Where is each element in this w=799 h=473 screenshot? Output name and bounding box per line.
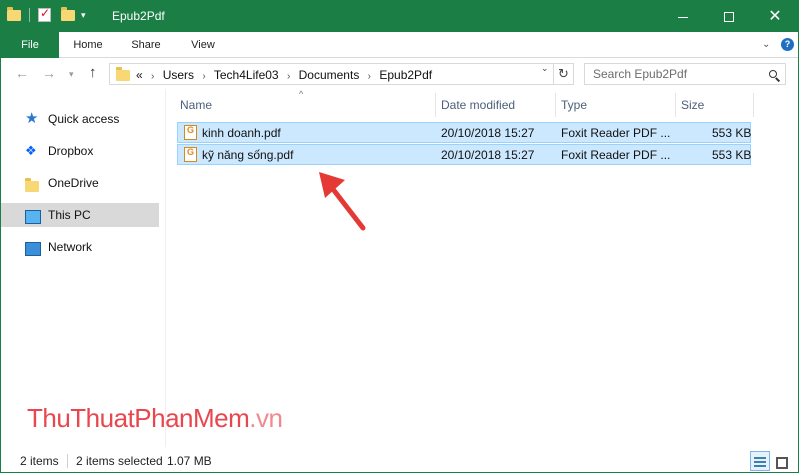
file-type: Foxit Reader PDF ... xyxy=(561,126,671,140)
folder-icon xyxy=(7,6,21,21)
search-input[interactable] xyxy=(585,64,755,84)
minimize-button[interactable] xyxy=(660,1,706,32)
breadcrumb-users[interactable]: Users xyxy=(163,68,194,82)
sidebar-item-label: Network xyxy=(48,240,93,254)
column-divider[interactable] xyxy=(675,93,676,117)
details-view-icon xyxy=(754,457,766,467)
address-dropdown-chevron-icon[interactable]: ⌄ xyxy=(541,63,555,74)
explorer-window: ▾ Epub2Pdf ✕ File Home Share View ⌄ ? ← … xyxy=(0,0,799,473)
maximize-icon xyxy=(724,12,734,23)
sidebar-item-label: OneDrive xyxy=(48,176,99,190)
breadcrumb-separator-icon: › xyxy=(202,71,206,82)
tab-share[interactable]: Share xyxy=(117,32,175,58)
breadcrumb: « › Users › Tech4Life03 › Documents › Ep… xyxy=(136,68,432,82)
sidebar-item-network[interactable]: Network xyxy=(1,235,159,259)
file-date-modified: 20/10/2018 15:27 xyxy=(441,148,535,162)
ribbon: File Home Share View ⌄ ? xyxy=(1,32,798,58)
column-header-size[interactable]: Size xyxy=(681,97,704,115)
watermark-part: PhanMem xyxy=(134,403,250,433)
watermark-part: ThuThuat xyxy=(27,403,135,433)
breadcrumb-documents[interactable]: Documents xyxy=(299,68,360,82)
watermark-part: .vn xyxy=(249,403,283,433)
file-type: Foxit Reader PDF ... xyxy=(561,148,671,162)
customize-toolbar-chevron-icon[interactable]: ▾ xyxy=(81,10,86,21)
large-icons-view-icon xyxy=(776,457,788,469)
breadcrumb-overflow[interactable]: « xyxy=(136,68,143,82)
forward-arrow-icon[interactable]: → xyxy=(42,65,56,81)
breadcrumb-separator-icon: › xyxy=(151,71,155,82)
sidebar-item-this-pc[interactable]: This PC xyxy=(1,203,159,227)
pdf-file-icon xyxy=(184,125,197,140)
properties-icon[interactable] xyxy=(38,6,51,22)
file-name: kỹ năng sống.pdf xyxy=(202,148,294,162)
file-size: 553 KB xyxy=(712,148,752,162)
sort-ascending-icon: ^ xyxy=(299,89,304,99)
pane-divider[interactable] xyxy=(165,89,166,447)
close-button[interactable]: ✕ xyxy=(752,1,798,32)
column-divider[interactable] xyxy=(753,93,754,117)
folder-icon xyxy=(25,176,41,192)
folder-icon xyxy=(116,67,130,81)
back-arrow-icon[interactable]: ← xyxy=(15,65,29,81)
file-name: kinh doanh.pdf xyxy=(202,126,281,140)
up-arrow-icon[interactable]: ↑ xyxy=(89,64,97,81)
column-header-type[interactable]: Type xyxy=(561,97,587,115)
status-bar: 2 items 2 items selected 1.07 MB xyxy=(1,449,798,472)
dropbox-icon: ❖ xyxy=(25,143,37,158)
column-divider[interactable] xyxy=(435,93,436,117)
sidebar-item-label: Dropbox xyxy=(48,144,94,158)
navigation-pane: ★ Quick access ❖ Dropbox OneDrive This P… xyxy=(1,97,161,447)
breadcrumb-tech4life03[interactable]: Tech4Life03 xyxy=(214,68,279,82)
refresh-icon: ↻ xyxy=(558,66,569,81)
column-divider[interactable] xyxy=(555,93,556,117)
selection-size: 1.07 MB xyxy=(167,454,212,468)
recent-locations-chevron-icon[interactable]: ▾ xyxy=(69,69,74,80)
sidebar-item-onedrive[interactable]: OneDrive xyxy=(1,171,159,195)
file-row[interactable]: kỹ năng sống.pdf 20/10/2018 15:27 Foxit … xyxy=(177,144,751,165)
pdf-file-icon xyxy=(184,147,197,162)
item-count: 2 items xyxy=(20,454,59,468)
file-size: 553 KB xyxy=(712,126,752,140)
star-icon: ★ xyxy=(25,110,39,127)
tab-view[interactable]: View xyxy=(175,32,231,58)
breadcrumb-separator-icon: › xyxy=(286,71,291,82)
toolbar-divider xyxy=(29,8,30,22)
title-bar: ▾ Epub2Pdf ✕ xyxy=(1,1,798,32)
selection-count: 2 items selected xyxy=(76,454,163,468)
address-bar[interactable]: « › Users › Tech4Life03 › Documents › Ep… xyxy=(109,63,554,85)
annotation-arrow-icon xyxy=(319,172,366,231)
watermark-logo: ThuThuatPhanMem.vn xyxy=(27,403,283,434)
computer-icon xyxy=(25,210,41,224)
network-icon xyxy=(25,242,41,256)
large-icons-view-button[interactable] xyxy=(772,451,792,471)
search-box[interactable] xyxy=(584,63,786,85)
quick-access-toolbar: ▾ xyxy=(7,6,86,22)
new-folder-icon[interactable] xyxy=(61,6,75,21)
maximize-button[interactable] xyxy=(706,1,752,32)
refresh-button[interactable]: ↻ xyxy=(554,63,574,85)
breadcrumb-epub2pdf[interactable]: Epub2Pdf xyxy=(379,68,432,82)
minimize-icon xyxy=(678,16,688,18)
breadcrumb-separator-icon: › xyxy=(367,71,372,82)
details-view-button[interactable] xyxy=(750,451,770,471)
column-header-date-modified[interactable]: Date modified xyxy=(441,97,515,115)
window-title: Epub2Pdf xyxy=(112,9,165,23)
column-header-name[interactable]: Name xyxy=(180,97,212,115)
file-row[interactable]: kinh doanh.pdf 20/10/2018 15:27 Foxit Re… xyxy=(177,122,751,143)
search-icon[interactable] xyxy=(769,67,777,81)
sidebar-item-dropbox[interactable]: ❖ Dropbox xyxy=(1,139,159,163)
sidebar-item-label: Quick access xyxy=(48,112,120,126)
expand-ribbon-chevron-icon[interactable]: ⌄ xyxy=(762,39,770,50)
file-date-modified: 20/10/2018 15:27 xyxy=(441,126,535,140)
sidebar-item-quick-access[interactable]: ★ Quick access xyxy=(1,107,159,131)
close-icon: ✕ xyxy=(768,8,782,25)
help-icon[interactable]: ? xyxy=(781,38,794,51)
status-divider xyxy=(67,454,68,468)
sidebar-item-label: This PC xyxy=(48,208,91,222)
tab-home[interactable]: Home xyxy=(59,32,117,58)
tab-file[interactable]: File xyxy=(1,32,59,58)
